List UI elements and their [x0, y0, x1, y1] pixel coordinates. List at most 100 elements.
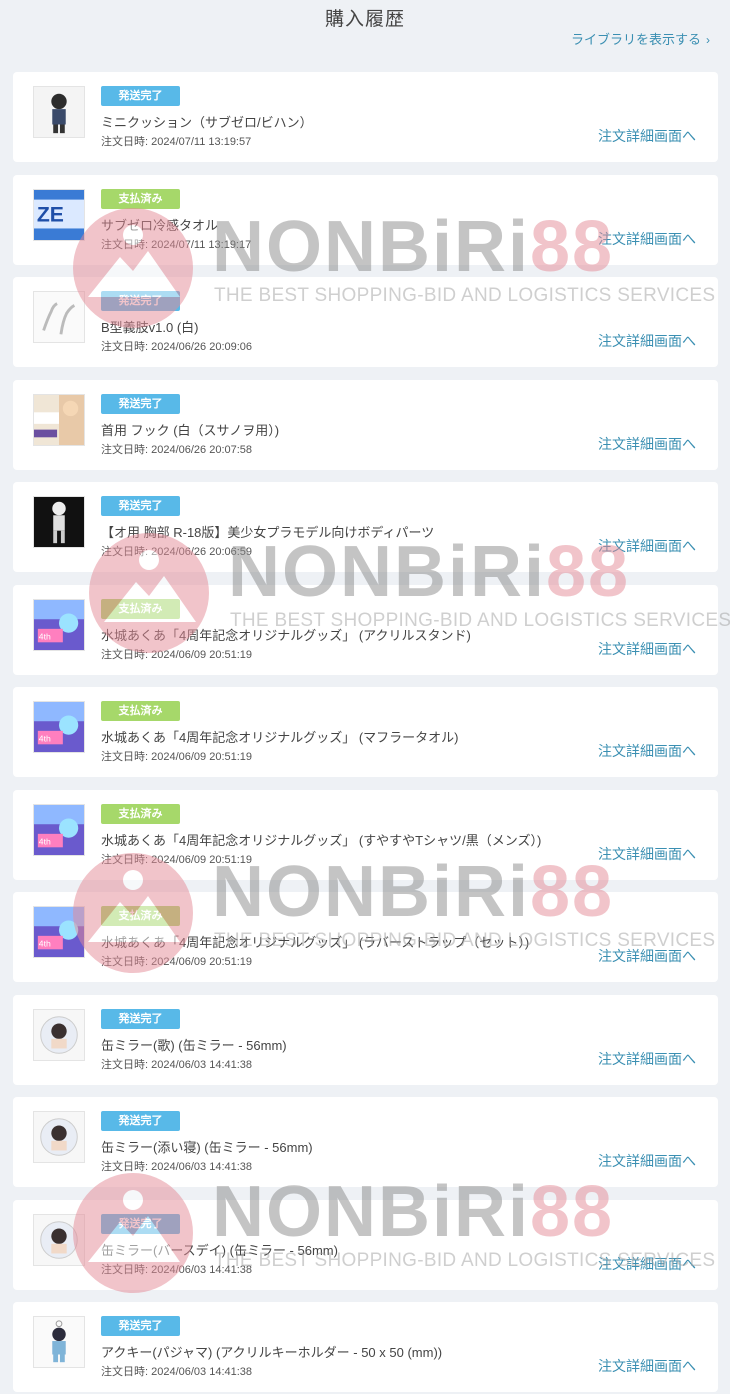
anniversary-goods-icon: 4th — [34, 599, 84, 650]
item-name: アクキー(パジャマ) (アクリルキーホルダー - 50 x 50 (mm)) — [101, 1345, 443, 1360]
status-badge: 支払済み — [101, 598, 180, 619]
product-thumbnail[interactable] — [33, 1111, 85, 1163]
order-detail-link[interactable]: 注文詳細画面へ — [598, 1254, 696, 1274]
status-badge: 発送完了 — [101, 1008, 180, 1029]
item-name: 水城あくあ「4周年記念オリジナルグッズ」 (すやすやTシャツ/黒（メンズ）) — [101, 832, 542, 848]
product-thumbnail[interactable] — [33, 393, 85, 446]
order-date: 注文日時: 2024/06/03 14:41:38 — [101, 1058, 253, 1071]
order-card: ZE 支払済みサブゼロ冷感タオル注文日時: 2024/07/11 13:19:17… — [13, 174, 718, 265]
item-name: 缶ミラー(添い寝) (缶ミラー - 56mm) — [101, 1140, 313, 1155]
order-date: 注文日時: 2024/06/03 14:41:38 — [101, 1263, 253, 1276]
item-name: B型義肢v1.0 (白) — [101, 320, 199, 335]
towel-banner-icon: ZE — [34, 189, 84, 240]
svg-text:4th: 4th — [39, 938, 51, 948]
order-list: 発送完了 ミニクッション（サブゼロ/ビハン） 注文日時: 2024/07/11 13… — [13, 72, 718, 1394]
library-link-label: ライブラリを表示する — [570, 32, 701, 47]
figure-icon — [34, 87, 84, 137]
product-thumbnail[interactable] — [33, 1213, 85, 1266]
order-card: 4th 支払済み水城あくあ「4周年記念オリジナルグッズ」 (ラバーストラップ（セッ… — [13, 892, 718, 982]
order-card: 発送完了アクキー(パジャマ) (アクリルキーホルダー - 50 x 50 (mm… — [13, 1302, 718, 1392]
order-date: 注文日時: 2024/06/09 20:51:19 — [101, 751, 253, 763]
order-card: 発送完了【オ用 胸部 R-18版】美少女プラモデル向けボディパーツ 注文日時: 2… — [13, 482, 718, 572]
order-detail-link[interactable]: 注文詳細画面へ — [598, 741, 696, 761]
product-thumbnail[interactable] — [33, 496, 85, 548]
order-detail-link[interactable]: 注文詳細画面へ — [598, 1049, 696, 1069]
status-badge: 支払済み — [101, 188, 180, 209]
order-card: 4th 支払済み水城あくあ「4周年記念オリジナルグッズ」 (アクリルスタンド) 注文… — [13, 584, 718, 675]
order-date: 注文日時: 2024/06/26 20:06:59 — [101, 546, 253, 558]
item-name: 水城あくあ「4周年記念オリジナルグッズ」 (マフラータオル) — [101, 730, 459, 745]
product-thumbnail[interactable] — [33, 291, 85, 343]
order-detail-link[interactable]: 注文詳細画面へ — [598, 229, 696, 249]
item-name: 水城あくあ「4周年記念オリジナルグッズ」 (アクリルスタンド) — [101, 627, 471, 643]
product-thumbnail[interactable]: ZE — [33, 188, 85, 241]
status-badge: 発送完了 — [101, 86, 180, 106]
order-card: 発送完了首用 フック (白（スサノヲ用）) 注文日時: 2024/06/26 20… — [13, 379, 718, 470]
item-name: 缶ミラー(歌) (缶ミラー - 56mm) — [101, 1037, 287, 1053]
anniversary-goods-icon: 4th — [34, 804, 84, 855]
item-name: 水城あくあ「4周年記念オリジナルグッズ」 (ラバーストラップ（セット）) — [101, 935, 530, 950]
anniversary-goods-icon: 4th — [34, 702, 84, 752]
page-title: 購入履歴 — [324, 9, 405, 30]
order-date: 注文日時: 2024/06/09 20:51:19 — [101, 648, 253, 661]
order-card: 発送完了ミニクッション（サブゼロ/ビハン） 注文日時: 2024/07/11 13… — [13, 72, 718, 162]
svg-text:4th: 4th — [39, 836, 51, 846]
order-detail-link[interactable]: 注文詳細画面へ — [598, 1151, 696, 1171]
keychain-figure-icon — [34, 1317, 84, 1367]
product-thumbnail[interactable]: 4th — [33, 906, 85, 958]
order-card: 4th 支払済み水城あくあ「4周年記念オリジナルグッズ」 (マフラータオル) 注文日… — [13, 687, 718, 777]
item-name: 首用 フック (白（スサノヲ用）) — [101, 422, 280, 438]
order-date: 注文日時: 2024/06/03 14:41:38 — [101, 1366, 253, 1378]
product-thumbnail[interactable] — [33, 86, 85, 138]
order-card: 発送完了缶ミラー(バースデイ) (缶ミラー - 56mm) 注文日時: 2024/… — [13, 1199, 718, 1290]
order-date: 注文日時: 2024/06/26 20:07:58 — [101, 443, 253, 456]
order-detail-link[interactable]: 注文詳細画面へ — [598, 1356, 696, 1376]
product-thumbnail[interactable]: 4th — [33, 701, 85, 753]
neck-hook-icon — [34, 394, 84, 445]
svg-text:4th: 4th — [39, 733, 51, 743]
item-name: 缶ミラー(バースデイ) (缶ミラー - 56mm) — [101, 1242, 338, 1258]
status-badge: 支払済み — [101, 701, 180, 721]
chevron-right-icon: › — [706, 33, 710, 47]
item-name: サブゼロ冷感タオル — [101, 217, 219, 233]
order-detail-link[interactable]: 注文詳細画面へ — [598, 434, 696, 454]
item-name: ミニクッション（サブゼロ/ビハン） — [101, 115, 313, 130]
can-mirror-icon — [34, 1214, 84, 1265]
limb-sketch-icon — [34, 292, 84, 342]
status-badge: 発送完了 — [101, 1111, 180, 1131]
status-badge: 発送完了 — [101, 393, 180, 414]
order-date: 注文日時: 2024/06/09 20:51:19 — [101, 853, 253, 866]
can-mirror-icon — [34, 1009, 84, 1060]
product-thumbnail[interactable] — [33, 1008, 85, 1061]
order-date: 注文日時: 2024/06/26 20:09:06 — [101, 341, 253, 353]
order-detail-link[interactable]: 注文詳細画面へ — [598, 639, 696, 659]
status-badge: 支払済み — [101, 803, 180, 824]
status-badge: 発送完了 — [101, 496, 180, 516]
model-figure-icon — [34, 497, 84, 547]
status-badge: 発送完了 — [101, 291, 180, 311]
svg-text:4th: 4th — [39, 631, 51, 641]
status-badge: 支払済み — [101, 906, 180, 926]
order-detail-link[interactable]: 注文詳細画面へ — [598, 946, 696, 966]
order-card: 4th 支払済み水城あくあ「4周年記念オリジナルグッズ」 (すやすやTシャツ/黒（… — [13, 789, 718, 880]
order-date: 注文日時: 2024/07/11 13:19:17 — [101, 238, 252, 251]
order-detail-link[interactable]: 注文詳細画面へ — [598, 844, 696, 864]
order-detail-link[interactable]: 注文詳細画面へ — [598, 331, 696, 351]
order-card: 発送完了 B型義肢v1.0 (白) 注文日時: 2024/06/26 20:09:0… — [13, 277, 718, 367]
order-detail-link[interactable]: 注文詳細画面へ — [598, 126, 696, 146]
product-thumbnail[interactable] — [33, 1316, 85, 1368]
order-date: 注文日時: 2024/06/09 20:51:19 — [101, 956, 253, 968]
product-thumbnail[interactable]: 4th — [33, 598, 85, 651]
library-link[interactable]: ライブラリを表示する › — [571, 29, 710, 48]
status-badge: 発送完了 — [101, 1316, 180, 1336]
can-mirror-icon — [34, 1112, 84, 1162]
order-card: 発送完了缶ミラー(添い寝) (缶ミラー - 56mm) 注文日時: 2024/06… — [13, 1097, 718, 1187]
order-card: 発送完了缶ミラー(歌) (缶ミラー - 56mm) 注文日時: 2024/06/0… — [13, 994, 718, 1085]
order-date: 注文日時: 2024/06/03 14:41:38 — [101, 1161, 253, 1173]
anniversary-goods-icon: 4th — [34, 907, 84, 957]
product-thumbnail[interactable]: 4th — [33, 803, 85, 856]
item-name: 【オ用 胸部 R-18版】美少女プラモデル向けボディパーツ — [101, 525, 435, 540]
status-badge: 発送完了 — [101, 1213, 180, 1234]
order-detail-link[interactable]: 注文詳細画面へ — [598, 536, 696, 556]
order-date: 注文日時: 2024/07/11 13:19:57 — [101, 136, 252, 148]
